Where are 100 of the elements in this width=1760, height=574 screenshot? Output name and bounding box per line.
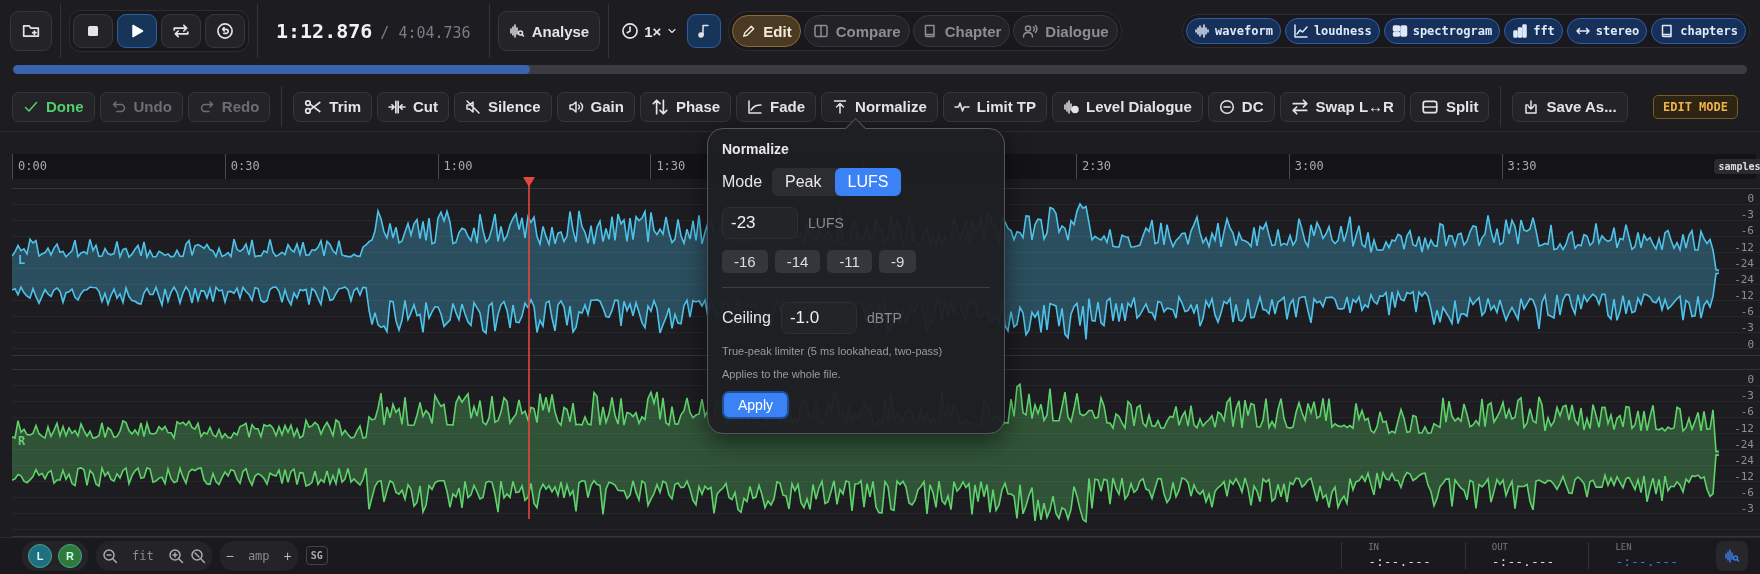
db-scale-label: -12 bbox=[1734, 289, 1754, 303]
view-toggle[interactable]: waveform bbox=[1186, 18, 1281, 45]
arrow-up-bar-icon bbox=[832, 98, 849, 115]
stop-button[interactable] bbox=[73, 14, 113, 49]
db-scale-label: -24 bbox=[1734, 256, 1754, 270]
silence-tool-button[interactable]: Silence bbox=[454, 91, 552, 122]
apply-button[interactable]: Apply bbox=[722, 391, 790, 419]
preset-button[interactable]: -9 bbox=[878, 250, 917, 273]
waveform-minus-icon bbox=[1063, 98, 1079, 115]
zoom-in-icon[interactable] bbox=[167, 547, 184, 564]
waveform-icon bbox=[1194, 23, 1211, 40]
swap-tool-button[interactable]: Swap L↔R bbox=[1279, 91, 1405, 122]
view-toggle[interactable]: loudness bbox=[1284, 18, 1380, 45]
revert-button[interactable] bbox=[205, 14, 245, 49]
sg-toggle[interactable]: SG bbox=[305, 546, 328, 566]
mode-option[interactable]: LUFS bbox=[834, 168, 902, 196]
view-toggle[interactable]: stereo bbox=[1566, 18, 1648, 45]
db-scale-label: -6 bbox=[1740, 305, 1754, 319]
download-box-icon bbox=[1523, 98, 1540, 115]
ruler-time-label: 1:30 bbox=[655, 159, 686, 174]
unit-badge[interactable]: samples bbox=[1714, 158, 1760, 174]
line-chart-icon bbox=[1292, 23, 1309, 40]
ruler-time-label: 3:00 bbox=[1293, 159, 1324, 174]
view-toggle[interactable]: spectrogram bbox=[1383, 18, 1501, 45]
speaker-icon bbox=[567, 98, 584, 115]
readout-value: -:--.--- bbox=[1615, 554, 1678, 570]
redo-icon bbox=[198, 98, 215, 115]
ruler-time-label: 2:30 bbox=[1081, 159, 1111, 174]
play-button[interactable] bbox=[117, 14, 157, 49]
db-scale-label: 0 bbox=[1747, 372, 1754, 386]
open-file-button[interactable] bbox=[10, 11, 52, 52]
amp-increase-button[interactable]: + bbox=[283, 547, 292, 564]
cut-tool-button[interactable]: Cut bbox=[377, 91, 449, 122]
preset-button[interactable]: -16 bbox=[722, 250, 768, 273]
note-text: True-peak limiter (5 ms lookahead, two-pass) bbox=[722, 345, 944, 357]
split-tool-button[interactable]: Split bbox=[1409, 91, 1490, 122]
minus-circle-icon bbox=[1218, 98, 1235, 115]
ruler-time-label: 1:00 bbox=[442, 159, 473, 174]
analyse-button[interactable]: Analyse bbox=[497, 11, 601, 52]
db-scale-label: -12 bbox=[1734, 240, 1754, 254]
dc-tool-button[interactable]: DC bbox=[1207, 91, 1275, 122]
target-field[interactable]: -23 bbox=[722, 207, 798, 239]
db-scale-label: -3 bbox=[1740, 208, 1754, 222]
zoom-fit-button[interactable]: fit bbox=[124, 548, 162, 563]
db-scale-label: -6 bbox=[1740, 224, 1754, 238]
ceiling-field[interactable]: -1.0 bbox=[780, 302, 857, 334]
limit-tool-button[interactable]: Limit TP bbox=[942, 91, 1047, 122]
fade-chart-icon bbox=[747, 98, 764, 115]
preset-button[interactable]: -11 bbox=[827, 250, 872, 273]
mode-tab[interactable]: Compare bbox=[803, 15, 910, 48]
split-panel-icon bbox=[812, 23, 829, 40]
loop-button[interactable] bbox=[161, 14, 201, 49]
view-toggle[interactable]: fft bbox=[1504, 18, 1563, 45]
zoom-out-icon[interactable] bbox=[102, 547, 118, 564]
up-down-arrows-icon bbox=[650, 97, 669, 116]
readout-label: IN bbox=[1368, 542, 1380, 553]
mode-option[interactable]: Peak bbox=[772, 168, 835, 196]
fade-tool-button[interactable]: Fade bbox=[736, 91, 817, 122]
db-scale-label: -12 bbox=[1734, 421, 1754, 435]
amp-decrease-button[interactable]: − bbox=[225, 547, 234, 564]
readout-label: LEN bbox=[1615, 542, 1633, 553]
done-button[interactable]: Done bbox=[12, 91, 95, 122]
pitch-toggle[interactable] bbox=[687, 14, 722, 49]
speed-dropdown[interactable]: 1× bbox=[617, 11, 683, 52]
save-as-button[interactable]: Save As... bbox=[1512, 91, 1628, 122]
waveform-search-icon bbox=[508, 23, 525, 40]
db-scale-label: -24 bbox=[1734, 437, 1754, 451]
play-icon bbox=[129, 23, 145, 40]
phase-tool-button[interactable]: Phase bbox=[639, 91, 732, 122]
view-toggle[interactable]: chapters bbox=[1651, 18, 1746, 45]
swap-arrows-icon bbox=[1290, 97, 1309, 116]
readout-value: -:--.--- bbox=[1368, 554, 1431, 570]
mode-tab[interactable]: Dialogue bbox=[1013, 15, 1118, 48]
analyse-view-button[interactable] bbox=[1716, 540, 1748, 571]
db-scale-label: -12 bbox=[1734, 470, 1754, 484]
db-scale-label: -24 bbox=[1734, 272, 1754, 286]
preset-button[interactable]: -14 bbox=[774, 250, 821, 273]
progress-track[interactable] bbox=[13, 65, 1747, 75]
clock-icon bbox=[621, 22, 640, 41]
ruler-time-label: 0:30 bbox=[229, 159, 260, 174]
playhead[interactable] bbox=[523, 176, 535, 519]
channel-toggle[interactable]: L bbox=[28, 543, 52, 568]
zoom-reset-icon[interactable] bbox=[189, 547, 206, 564]
playback-time: 1:12.876 bbox=[276, 19, 373, 44]
trim-tool-button[interactable]: Trim bbox=[293, 91, 372, 122]
mode-tab[interactable]: Edit bbox=[732, 15, 801, 48]
channel-toggle[interactable]: R bbox=[58, 543, 82, 568]
gain-tool-button[interactable]: Gain bbox=[556, 91, 635, 122]
popover-title: Normalize bbox=[722, 141, 790, 157]
level-tool-button[interactable]: Level Dialogue bbox=[1052, 91, 1203, 122]
normalize-tool-button[interactable]: Normalize bbox=[821, 91, 938, 122]
blocks-icon bbox=[1391, 23, 1408, 40]
db-scale-label: -6 bbox=[1740, 486, 1754, 500]
mode-tab[interactable]: Chapter bbox=[912, 15, 1011, 48]
mode-badge: EDIT MODE bbox=[1652, 94, 1738, 119]
ruler-time-label: 0:00 bbox=[17, 159, 47, 174]
db-scale-label: -3 bbox=[1740, 321, 1754, 335]
channel-label: R bbox=[18, 433, 26, 448]
unit-label: LUFS bbox=[808, 215, 844, 231]
unit-label: dBTP bbox=[866, 310, 902, 326]
